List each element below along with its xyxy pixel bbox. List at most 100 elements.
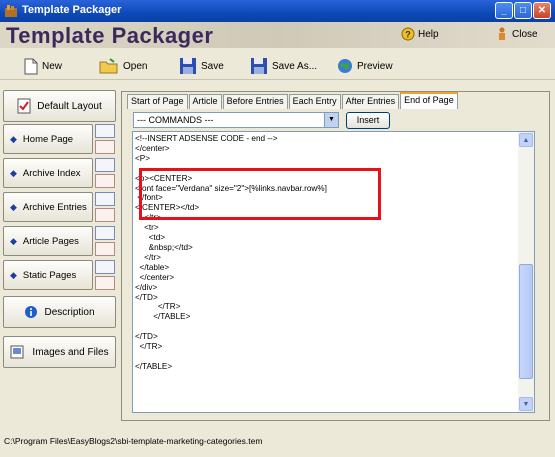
- bullet-icon: ◆: [10, 235, 17, 246]
- delete-page-icon[interactable]: [95, 140, 115, 154]
- highlight-box: [139, 168, 381, 220]
- tab-after-entries[interactable]: After Entries: [341, 94, 400, 109]
- code-line: &nbsp;</td>: [135, 242, 193, 252]
- status-bar: C:\Program Files\EasyBlogs2\sbi-template…: [4, 436, 263, 446]
- code-editor[interactable]: <!--INSERT ADSENSE CODE - end --> </cente…: [132, 131, 535, 413]
- code-line: </table>: [135, 262, 170, 272]
- close-window-button[interactable]: ✕: [533, 2, 551, 19]
- code-line: </tr>: [135, 252, 161, 262]
- images-files-icon: [10, 345, 24, 359]
- save-label: Save: [201, 60, 224, 72]
- bullet-icon: ◆: [10, 269, 17, 280]
- code-line: </TR>: [135, 342, 163, 352]
- delete-page-icon[interactable]: [95, 276, 115, 290]
- code-line: </TD>: [135, 332, 158, 342]
- static-pages-actions: [95, 260, 115, 290]
- dropdown-arrow-icon[interactable]: ▼: [324, 113, 338, 127]
- new-page-icon[interactable]: [95, 226, 115, 240]
- insert-button[interactable]: Insert: [346, 112, 390, 129]
- bullet-icon: ◆: [10, 133, 17, 144]
- bullet-icon: ◆: [10, 201, 17, 212]
- code-line: </center>: [135, 143, 170, 153]
- sidebar-item-archive-entries[interactable]: ◆ Archive Entries: [3, 192, 93, 222]
- open-button[interactable]: Open: [99, 56, 147, 76]
- preview-button[interactable]: Preview: [337, 56, 393, 76]
- images-and-files-button[interactable]: Images and Files: [3, 336, 116, 368]
- tab-start-of-page[interactable]: Start of Page: [127, 94, 188, 109]
- info-icon: [25, 306, 38, 318]
- code-line: <tr>: [135, 223, 159, 233]
- code-line: <!--INSERT ADSENSE CODE - end -->: [135, 134, 278, 143]
- save-as-button[interactable]: Save As...: [250, 56, 317, 76]
- tab-article[interactable]: Article: [188, 94, 222, 109]
- preview-label: Preview: [357, 60, 393, 72]
- tab-end-of-page[interactable]: End of Page: [400, 92, 458, 109]
- delete-page-icon[interactable]: [95, 208, 115, 222]
- title-bar: Template Packager _ □ ✕: [0, 0, 555, 22]
- minimize-button[interactable]: _: [495, 2, 513, 19]
- open-label: Open: [123, 60, 148, 72]
- new-page-icon[interactable]: [95, 260, 115, 274]
- new-button[interactable]: New: [24, 56, 62, 76]
- commands-value: --- COMMANDS ---: [137, 115, 214, 125]
- svg-text:?: ?: [405, 30, 411, 40]
- code-line: </TABLE>: [135, 312, 191, 322]
- delete-page-icon[interactable]: [95, 242, 115, 256]
- code-line: </center>: [135, 272, 175, 282]
- article-pages-actions: [95, 226, 115, 256]
- code-line: <td>: [135, 233, 166, 243]
- bullet-icon: ◆: [10, 167, 17, 178]
- sidebar-item-label: Static Pages: [22, 269, 77, 281]
- description-button[interactable]: Description: [3, 296, 116, 328]
- save-as-disk-icon: [251, 58, 267, 74]
- sidebar-item-label: Article Pages: [22, 235, 79, 247]
- delete-page-icon[interactable]: [95, 174, 115, 188]
- new-page-icon[interactable]: [95, 158, 115, 172]
- window-title: Template Packager: [22, 4, 122, 16]
- globe-icon: [338, 59, 352, 73]
- commands-dropdown[interactable]: --- COMMANDS --- ▼: [133, 112, 339, 128]
- home-page-actions: [95, 124, 115, 154]
- new-document-icon: [24, 58, 38, 74]
- archive-index-actions: [95, 158, 115, 188]
- code-line: </div>: [135, 282, 158, 292]
- code-line: </TD>: [135, 292, 158, 302]
- help-label: Help: [418, 28, 439, 40]
- save-button[interactable]: Save: [179, 56, 224, 76]
- close-app-button[interactable]: Close: [495, 27, 538, 41]
- sidebar-item-home-page[interactable]: ◆ Home Page: [3, 124, 93, 154]
- open-folder-icon: [99, 58, 118, 74]
- sidebar-item-archive-index[interactable]: ◆ Archive Index: [3, 158, 93, 188]
- sidebar-item-label: Archive Entries: [22, 201, 87, 213]
- default-layout-button[interactable]: Default Layout: [3, 90, 116, 122]
- scroll-down-icon[interactable]: ▼: [519, 397, 533, 411]
- vertical-scrollbar[interactable]: ▲ ▼: [518, 132, 534, 412]
- sidebar-item-label: Archive Index: [22, 167, 81, 179]
- scroll-thumb[interactable]: [519, 264, 533, 379]
- tab-each-entry[interactable]: Each Entry: [288, 94, 341, 109]
- sidebar-item-static-pages[interactable]: ◆ Static Pages: [3, 260, 93, 290]
- description-label: Description: [44, 306, 95, 318]
- images-label: Images and Files: [32, 346, 109, 358]
- save-as-label: Save As...: [272, 60, 318, 72]
- help-button[interactable]: ? Help: [401, 27, 439, 41]
- app-title: Template Packager: [6, 23, 214, 48]
- app-icon: [5, 5, 17, 17]
- save-disk-icon: [180, 58, 196, 74]
- maximize-button[interactable]: □: [514, 2, 532, 19]
- scroll-up-icon[interactable]: ▲: [519, 133, 533, 147]
- sidebar: Default Layout ◆ Home Page ◆ Archive Ind…: [0, 84, 120, 429]
- editor-panel: Start of Page Article Before Entries Eac…: [121, 91, 550, 421]
- code-line: </TABLE>: [135, 361, 173, 371]
- new-page-icon[interactable]: [95, 124, 115, 138]
- exit-person-icon: [499, 27, 505, 40]
- app-header: Template Packager ? Help Close: [0, 22, 555, 48]
- archive-entries-actions: [95, 192, 115, 222]
- sidebar-item-article-pages[interactable]: ◆ Article Pages: [3, 226, 93, 256]
- new-page-icon[interactable]: [95, 192, 115, 206]
- code-line: <P>: [135, 153, 151, 163]
- tab-before-entries[interactable]: Before Entries: [222, 94, 288, 109]
- toolbar: New Open Save Save As... Preview: [0, 50, 555, 80]
